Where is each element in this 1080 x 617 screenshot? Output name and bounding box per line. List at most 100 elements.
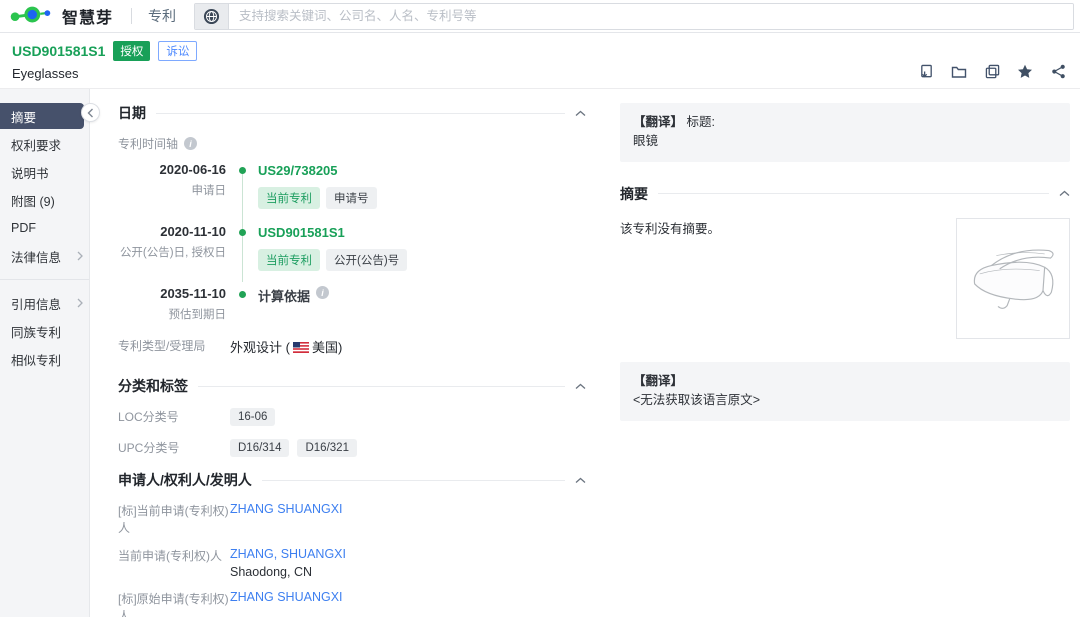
original-applicant-std-row: [标]原始申请(专利权)人 ZHANG SHUANGXI bbox=[118, 590, 586, 617]
timeline-dot bbox=[239, 291, 246, 298]
copy-icon[interactable] bbox=[984, 64, 1000, 80]
patent-timeline: 2020-06-16 申请日 US29/738205 当前专利 申请号 2020… bbox=[118, 162, 586, 322]
chevron-up-icon bbox=[575, 383, 586, 389]
sidebar-item-pdf[interactable]: PDF bbox=[0, 215, 89, 241]
applicant-location: Shaodong, CN bbox=[230, 565, 313, 579]
application-number-link[interactable]: US29/738205 bbox=[258, 163, 338, 178]
folder-icon[interactable] bbox=[951, 64, 967, 80]
sidebar-item-description[interactable]: 说明书 bbox=[0, 159, 89, 185]
brand-logo[interactable]: 智慧芽 bbox=[10, 4, 113, 28]
favorite-star-icon[interactable] bbox=[1017, 64, 1033, 80]
sidebar-item-citation-info[interactable]: 引用信息 bbox=[0, 290, 89, 316]
loc-class-label: LOC分类号 bbox=[118, 410, 179, 424]
current-patent-tag: 当前专利 bbox=[258, 187, 320, 209]
section-divider bbox=[261, 479, 565, 481]
search-bar bbox=[194, 2, 1074, 30]
patent-type-row: 专利类型/受理局 外观设计 ( 美国) bbox=[118, 337, 586, 356]
loc-class-chip[interactable]: 16-06 bbox=[230, 408, 276, 426]
chevron-up-icon bbox=[575, 477, 586, 483]
collapse-section-button[interactable] bbox=[575, 477, 586, 484]
sidebar-collapse-button[interactable] bbox=[81, 103, 100, 122]
timeline-dot bbox=[239, 167, 246, 174]
litigation-badge[interactable]: 诉讼 bbox=[158, 41, 198, 61]
chevron-up-icon bbox=[1059, 190, 1070, 197]
search-input[interactable] bbox=[229, 3, 1073, 29]
collapse-section-button[interactable] bbox=[1059, 190, 1070, 197]
row-label: [标]当前申请(专利权)人 bbox=[118, 504, 229, 535]
applicant-link[interactable]: ZHANG SHUANGXI bbox=[230, 502, 343, 536]
abstract-section: 摘要 该专利没有摘要。 bbox=[620, 184, 1070, 339]
sidebar-item-label: PDF bbox=[11, 221, 36, 235]
publication-number-tag: 公开(公告)号 bbox=[326, 249, 408, 271]
patent-figure-thumbnail[interactable] bbox=[956, 217, 1070, 339]
applicant-link[interactable]: ZHANG, SHUANGXI bbox=[230, 547, 346, 561]
current-applicant-std-row: [标]当前申请(专利权)人 ZHANG SHUANGXI bbox=[118, 502, 586, 536]
event-date-label: 申请日 bbox=[191, 185, 227, 197]
timeline-label: 专利时间轴 bbox=[118, 137, 179, 151]
sidebar-item-abstract[interactable]: 摘要 bbox=[0, 103, 84, 129]
calculation-basis-label: 计算依据 bbox=[258, 289, 311, 304]
classification-section: 分类和标签 LOC分类号 16-06 UPC分类号 D16/314 D16/32… bbox=[118, 376, 586, 457]
download-pdf-icon[interactable] bbox=[918, 64, 934, 80]
publication-number-link[interactable]: USD901581S1 bbox=[258, 225, 345, 240]
section-divider bbox=[156, 112, 565, 114]
sidebar-item-label: 同族专利 bbox=[11, 325, 62, 340]
patent-header-bar: USD901581S1 授权 诉讼 Eyeglasses bbox=[0, 33, 1080, 88]
section-sidebar: 摘要 权利要求 说明书 附图 (9) PDF 法律信息 引用信息 同族专利 相似… bbox=[0, 89, 90, 617]
event-date-label: 预估到期日 bbox=[168, 309, 227, 321]
sidebar-item-claims[interactable]: 权利要求 bbox=[0, 131, 89, 157]
abstract-empty-text: 该专利没有摘要。 bbox=[620, 221, 721, 236]
timeline-event: 2035-11-10 预估到期日 计算依据 i bbox=[118, 286, 586, 322]
section-divider bbox=[198, 385, 565, 387]
application-number-tag: 申请号 bbox=[326, 187, 377, 209]
info-icon[interactable]: i bbox=[316, 286, 330, 299]
granted-status-badge: 授权 bbox=[113, 41, 151, 61]
main-area: 摘要 权利要求 说明书 附图 (9) PDF 法律信息 引用信息 同族专利 相似… bbox=[0, 88, 1080, 617]
sidebar-item-label: 法律信息 bbox=[11, 250, 62, 265]
dates-section-title: 日期 bbox=[118, 105, 146, 121]
sidebar-item-legal-info[interactable]: 法律信息 bbox=[0, 243, 89, 269]
search-scope-button[interactable] bbox=[195, 3, 230, 29]
patent-country-value: 美国) bbox=[311, 340, 343, 355]
sidebar-divider bbox=[0, 279, 89, 280]
brand-name: 智慧芽 bbox=[62, 10, 114, 27]
patent-type-label: 专利类型/受理局 bbox=[118, 339, 206, 353]
share-icon[interactable] bbox=[1050, 64, 1066, 80]
info-icon[interactable]: i bbox=[184, 137, 198, 150]
globe-icon bbox=[203, 8, 220, 24]
chevron-left-icon bbox=[87, 108, 93, 117]
applicant-link[interactable]: ZHANG SHUANGXI bbox=[230, 590, 343, 617]
sidebar-item-label: 说明书 bbox=[11, 166, 49, 181]
translation-tag: 【翻译】 bbox=[633, 373, 684, 388]
event-date-label: 公开(公告)日, 授权日 bbox=[119, 247, 226, 259]
nav-patent-tab[interactable]: 专利 bbox=[148, 6, 176, 26]
current-patent-tag: 当前专利 bbox=[258, 249, 320, 271]
sidebar-item-drawings[interactable]: 附图 (9) bbox=[0, 187, 89, 213]
chevron-right-icon bbox=[77, 298, 83, 308]
sidebar-item-family-patents[interactable]: 同族专利 bbox=[0, 318, 89, 344]
collapse-section-button[interactable] bbox=[575, 110, 586, 117]
upc-class-chip[interactable]: D16/314 bbox=[230, 439, 290, 457]
upc-class-chip[interactable]: D16/321 bbox=[297, 439, 357, 457]
row-label: 当前申请(专利权)人 bbox=[118, 549, 222, 563]
sidebar-item-label: 附图 (9) bbox=[11, 194, 55, 209]
header-divider bbox=[131, 8, 133, 24]
collapse-section-button[interactable] bbox=[575, 383, 586, 390]
chevron-right-icon bbox=[77, 251, 83, 261]
patent-number: USD901581S1 bbox=[12, 43, 106, 59]
sidebar-item-similar-patents[interactable]: 相似专利 bbox=[0, 346, 89, 372]
us-flag-icon bbox=[292, 342, 309, 353]
sidebar-item-label: 权利要求 bbox=[11, 138, 62, 153]
sidebar-item-label: 摘要 bbox=[11, 110, 37, 125]
patsnap-logo-icon bbox=[10, 6, 51, 23]
loc-class-row: LOC分类号 16-06 bbox=[118, 408, 586, 426]
timeline-event: 2020-11-10 公开(公告)日, 授权日 USD901581S1 当前专利… bbox=[118, 224, 586, 271]
abstract-section-title: 摘要 bbox=[620, 185, 648, 202]
translation-tag: 【翻译】 bbox=[633, 115, 684, 129]
people-section-title: 申请人/权利人/发明人 bbox=[118, 472, 252, 488]
upc-class-row: UPC分类号 D16/314 D16/321 bbox=[118, 439, 586, 457]
patent-type-value: 外观设计 ( bbox=[230, 340, 290, 355]
dates-section: 日期 专利时间轴 i 2020-06-16 申请日 US29/738205 当前… bbox=[118, 103, 586, 356]
event-date: 2035-11-10 bbox=[160, 286, 226, 301]
translated-abstract-value: <无法获取该语言原文> bbox=[633, 393, 761, 408]
